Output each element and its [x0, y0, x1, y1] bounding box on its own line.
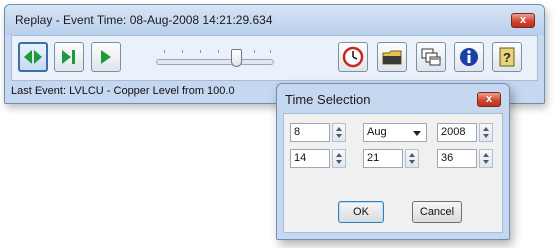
year-field[interactable]: 2008: [437, 123, 477, 142]
cancel-button[interactable]: Cancel: [412, 201, 462, 223]
spin-down-icon[interactable]: [336, 160, 342, 164]
day-field[interactable]: 8: [290, 123, 330, 142]
chevron-down-icon[interactable]: [413, 131, 421, 136]
svg-text:?: ?: [503, 50, 511, 65]
spin-up-icon[interactable]: [336, 127, 342, 131]
slider-tick: [164, 50, 165, 53]
play-button[interactable]: [91, 42, 121, 72]
time-slider-thumb[interactable]: [231, 49, 242, 67]
year-spinner[interactable]: [479, 123, 493, 142]
day-spinner[interactable]: [332, 123, 346, 142]
step-forward-icon: [62, 50, 75, 64]
spin-down-icon[interactable]: [336, 134, 342, 138]
close-icon: x: [485, 93, 493, 105]
spin-up-icon[interactable]: [409, 153, 415, 157]
slider-tick: [270, 50, 271, 53]
step-forward-button[interactable]: [54, 42, 84, 72]
clock-button[interactable]: [338, 42, 368, 72]
slider-tick: [254, 50, 255, 53]
spin-up-icon[interactable]: [483, 153, 489, 157]
spin-down-icon[interactable]: [483, 160, 489, 164]
double-arrow-icon: [24, 50, 42, 64]
month-select[interactable]: Aug: [363, 123, 427, 142]
close-button[interactable]: x: [511, 13, 535, 28]
spin-down-icon[interactable]: [483, 134, 489, 138]
time-selection-dialog: Time Selection x 8 Aug 2008 14 21 36 OK …: [276, 83, 510, 240]
dialog-close-button[interactable]: x: [477, 92, 501, 107]
dialog-body: 8 Aug 2008 14 21 36 OK Cancel: [283, 113, 503, 233]
spin-up-icon[interactable]: [336, 153, 342, 157]
second-spinner[interactable]: [479, 149, 493, 168]
help-button[interactable]: ?: [492, 42, 522, 72]
slider-tick: [200, 50, 201, 53]
window-title: Replay - Event Time: 08-Aug-2008 14:21:2…: [15, 13, 273, 27]
month-value: Aug: [367, 126, 387, 138]
close-icon: x: [519, 14, 527, 26]
play-both-directions-button[interactable]: [18, 42, 48, 72]
minute-spinner[interactable]: [405, 149, 419, 168]
hour-spinner[interactable]: [332, 149, 346, 168]
dialog-title: Time Selection: [285, 92, 371, 107]
title-bar[interactable]: Replay - Event Time: 08-Aug-2008 14:21:2…: [5, 5, 544, 35]
status-text: Last Event: LVLCU - Copper Level from 10…: [11, 85, 235, 97]
slider-tick: [218, 50, 219, 53]
toolbar: ?: [11, 35, 538, 81]
second-field[interactable]: 36: [437, 149, 477, 168]
folder-icon: [382, 50, 402, 65]
windows-icon: [421, 48, 441, 66]
info-button[interactable]: [454, 42, 484, 72]
windows-button[interactable]: [416, 42, 446, 72]
clock-icon: [342, 46, 364, 68]
play-icon: [101, 50, 111, 64]
time-slider-track[interactable]: [156, 59, 274, 65]
info-icon: [460, 48, 478, 66]
ok-button[interactable]: OK: [338, 201, 384, 223]
slider-tick: [182, 50, 183, 53]
open-folder-button[interactable]: [377, 42, 407, 72]
minute-field[interactable]: 21: [363, 149, 403, 168]
help-icon: ?: [499, 47, 515, 67]
spin-up-icon[interactable]: [483, 127, 489, 131]
spin-down-icon[interactable]: [409, 160, 415, 164]
hour-field[interactable]: 14: [290, 149, 330, 168]
